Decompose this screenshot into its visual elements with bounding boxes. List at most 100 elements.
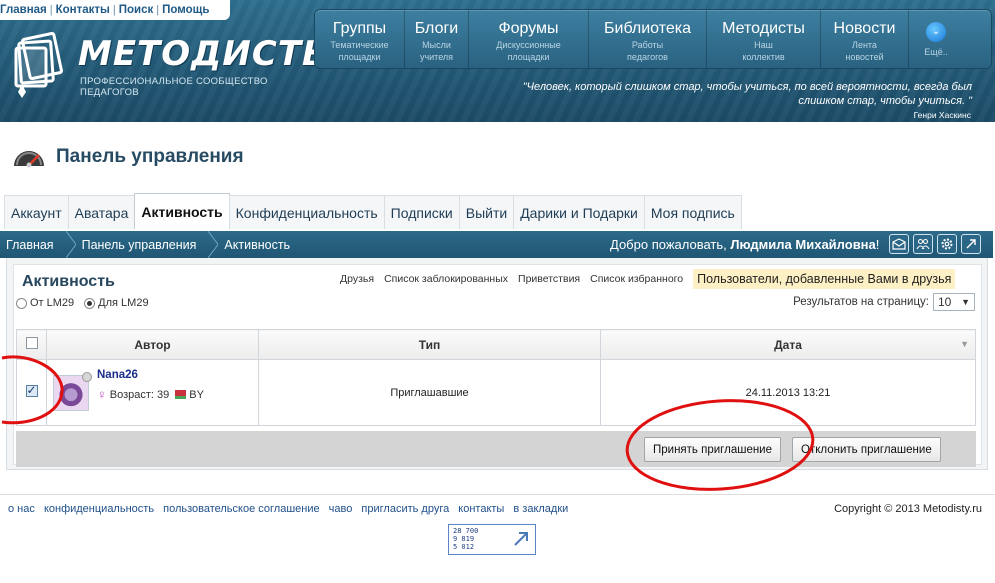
gear-icon[interactable] (937, 234, 957, 254)
column-author[interactable]: Автор (46, 329, 259, 360)
tab-privacy[interactable]: Конфиденциальность (228, 195, 385, 229)
breadcrumb-item-panel[interactable]: Панель управления (82, 238, 197, 252)
welcome-prefix: Добро пожаловать, (610, 237, 731, 252)
nav-title: Новости (833, 20, 896, 37)
nav-sub: площадки (507, 52, 550, 62)
nav-title: Методисты (722, 20, 805, 37)
visit-counter[interactable]: 28 700 9 819 5 012 (448, 524, 536, 555)
sublink-added-friends[interactable]: Пользователи, добавленные Вами в друзья (693, 269, 956, 289)
select-all-checkbox[interactable] (25, 337, 38, 349)
accept-invitation-button[interactable]: Принять приглашение (644, 437, 782, 462)
footer-link-bookmark[interactable]: в закладки (513, 503, 568, 515)
row-checkbox[interactable] (25, 383, 38, 397)
radio-to[interactable] (84, 297, 96, 309)
nav-blogs[interactable]: Блоги Мысли учителя (405, 10, 469, 68)
friends-icon[interactable] (913, 234, 933, 254)
breadcrumb-label: Главная (6, 237, 54, 252)
status-dot-icon (82, 371, 92, 382)
author-cell: Nana26 ♀ Возраст: 39 BY (46, 359, 259, 426)
breadcrumb-label: Активность (224, 237, 291, 252)
decline-invitation-button[interactable]: Отклонить приглашение (792, 437, 941, 462)
tab-account[interactable]: Аккаунт (4, 195, 69, 229)
filter-to[interactable]: Для LM29 (84, 297, 149, 309)
filter-from[interactable]: От LM29 (16, 297, 74, 309)
belarus-flag-icon (172, 390, 187, 399)
nav-library[interactable]: Библиотека Работы педагогов (589, 10, 707, 68)
activity-table: Автор Тип Дата ▼ Nana26 (16, 329, 976, 426)
nav-sub: педагогов (627, 52, 668, 62)
nav-news[interactable]: Новости Лента новостей (821, 10, 909, 68)
separator: | (156, 4, 160, 16)
action-bar: Принять приглашение Отклонить приглашени… (16, 431, 976, 467)
nav-sub: Наш (754, 40, 773, 50)
breadcrumb-separator-icon (208, 231, 219, 258)
row-select-cell (16, 359, 47, 426)
activity-panel: Активность Друзья Список заблокированных… (6, 258, 988, 470)
radio-from[interactable] (16, 297, 27, 309)
nav-sub: Тематические (330, 40, 389, 50)
footer-link-about[interactable]: о нас (8, 503, 35, 515)
logout-icon[interactable] (961, 234, 981, 254)
column-type[interactable]: Тип (258, 329, 601, 360)
female-gender-icon: ♀ (97, 387, 107, 402)
nav-groups[interactable]: Группы Тематические площадки (315, 10, 405, 68)
top-links: Главная | Контакты | Поиск | Помощь (0, 0, 230, 20)
separator: | (49, 4, 53, 16)
site-header: Главная | Контакты | Поиск | Помощь МЕТО… (0, 0, 995, 122)
account-tabs: Аккаунт Аватара Активность Конфиденциаль… (4, 193, 742, 229)
top-link-search[interactable]: Поиск (119, 4, 154, 16)
nav-sub: новостей (845, 52, 884, 62)
nav-more[interactable]: ⌄ Ещё.. (909, 10, 963, 68)
tab-subscriptions[interactable]: Подписки (383, 195, 460, 229)
nav-title: Блоги (414, 20, 459, 37)
column-date[interactable]: Дата ▼ (600, 329, 976, 360)
site-logo[interactable]: МЕТОДИСТЫ ПРОФЕССИОНАЛЬНОЕ СООБЩЕСТВО ПЕ… (8, 26, 337, 106)
main-navigation: Группы Тематические площадки Блоги Мысли… (314, 9, 992, 69)
nav-sub: учителя (419, 52, 454, 62)
section-title: Активность (22, 273, 115, 290)
user-tool-icons (889, 234, 981, 254)
sublink-greetings[interactable]: Приветствия (518, 273, 580, 285)
direction-filter: От LM29 Для LM29 (16, 297, 159, 309)
tab-logout[interactable]: Выйти (458, 195, 515, 229)
sublink-friends[interactable]: Друзья (340, 273, 374, 285)
breadcrumb-item-home[interactable]: Главная (0, 238, 54, 252)
top-link-help[interactable]: Помощь (162, 4, 209, 16)
footer-link-contacts[interactable]: контакты (458, 503, 504, 515)
tab-avatar[interactable]: Аватара (67, 195, 136, 229)
chevron-down-icon: ▼ (961, 297, 970, 307)
top-link-contacts[interactable]: Контакты (56, 4, 110, 16)
table-row: Nana26 ♀ Возраст: 39 BY Приглашавшие (16, 359, 976, 426)
author-name[interactable]: Nana26 (97, 369, 204, 381)
nav-forums[interactable]: Форумы Дискуссионные площадки (469, 10, 589, 68)
sublink-blocked[interactable]: Список заблокированных (384, 273, 508, 285)
separator: | (112, 4, 116, 16)
quote-author: Генри Хаскинс (913, 110, 971, 120)
nav-sub: площадки (338, 52, 381, 62)
avatar[interactable] (53, 371, 92, 411)
tab-activity[interactable]: Активность (134, 193, 230, 229)
footer-link-privacy[interactable]: конфиденциальность (44, 503, 154, 515)
tab-signature[interactable]: Моя подпись (643, 195, 742, 229)
welcome-message: Добро пожаловать, Людмила Михайловна! (610, 237, 879, 252)
tab-gifts[interactable]: Дарики и Подарки (513, 195, 645, 229)
footer-link-terms[interactable]: пользовательское соглашение (163, 503, 320, 515)
per-page-select[interactable]: 10 ▼ (933, 293, 975, 311)
messages-icon[interactable] (889, 234, 909, 254)
nav-title: Библиотека (604, 20, 691, 37)
sublink-favorites[interactable]: Список избранного (590, 273, 683, 285)
type-cell: Приглашавшие (258, 359, 601, 426)
breadcrumb-item-activity[interactable]: Активность (224, 238, 290, 252)
nav-methodists[interactable]: Методисты Наш коллектив (707, 10, 821, 68)
nav-title: Группы (332, 20, 387, 37)
footer-link-invite[interactable]: пригласить друга (361, 503, 449, 515)
author-country: BY (189, 388, 204, 401)
logo-text: МЕТОДИСТЫ (78, 34, 339, 74)
nav-sub: Мысли (422, 40, 451, 50)
welcome-username[interactable]: Людмила Михайловна (730, 237, 875, 252)
dashboard-gauge-icon (14, 151, 44, 168)
top-link-home[interactable]: Главная (0, 4, 47, 16)
nav-sub: коллектив (742, 52, 785, 62)
nav-title: Форумы (498, 20, 559, 37)
footer-link-faq[interactable]: чаво (329, 503, 353, 515)
